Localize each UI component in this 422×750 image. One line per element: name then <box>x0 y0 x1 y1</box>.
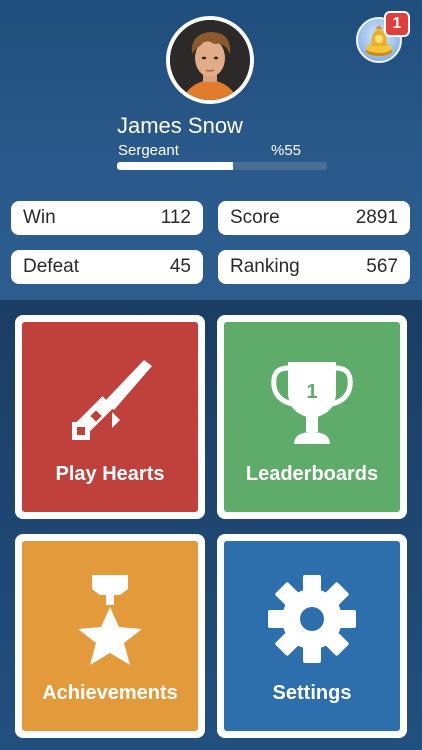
stat-defeat: Defeat 45 <box>11 250 203 284</box>
medal-icon <box>78 575 142 665</box>
stat-score: Score 2891 <box>218 201 410 235</box>
gear-icon <box>268 575 356 663</box>
player-rank: Sergeant <box>118 142 179 159</box>
tile-label: Play Hearts <box>55 463 165 485</box>
avatar-portrait <box>170 20 250 100</box>
settings-button[interactable]: Settings <box>217 534 407 738</box>
stat-label: Ranking <box>230 256 300 277</box>
play-hearts-panel: Play Hearts <box>22 322 198 512</box>
leaderboards-button[interactable]: 1 Leaderboards <box>217 315 407 519</box>
stat-ranking: Ranking 567 <box>218 250 410 284</box>
stat-label: Defeat <box>23 256 79 277</box>
stat-value: 567 <box>366 256 398 277</box>
trophy-icon: 1 <box>271 362 353 444</box>
tile-label: Leaderboards <box>245 463 379 485</box>
stat-value: 112 <box>160 207 191 228</box>
stat-win: Win 112 <box>11 201 203 235</box>
progress-percent: %55 <box>271 142 302 159</box>
trophy-number: 1 <box>306 381 317 403</box>
progress-bar <box>117 162 327 170</box>
sword-icon <box>72 360 152 440</box>
avatar[interactable] <box>166 16 254 104</box>
settings-panel: Settings <box>224 541 400 731</box>
stat-label: Score <box>230 207 280 228</box>
achievements-panel: Achievements <box>22 541 198 731</box>
achievements-button[interactable]: Achievements <box>15 534 205 738</box>
tile-label: Achievements <box>42 682 178 704</box>
notification-badge: 1 <box>384 11 410 37</box>
player-name: James Snow <box>117 113 243 138</box>
play-hearts-button[interactable]: Play Hearts <box>15 315 205 519</box>
tile-label: Settings <box>272 682 352 704</box>
stat-value: 2891 <box>355 207 398 228</box>
leaderboards-panel: 1 Leaderboards <box>224 322 400 512</box>
progress-fill <box>117 162 233 170</box>
stat-value: 45 <box>169 256 191 277</box>
stat-label: Win <box>23 207 56 228</box>
